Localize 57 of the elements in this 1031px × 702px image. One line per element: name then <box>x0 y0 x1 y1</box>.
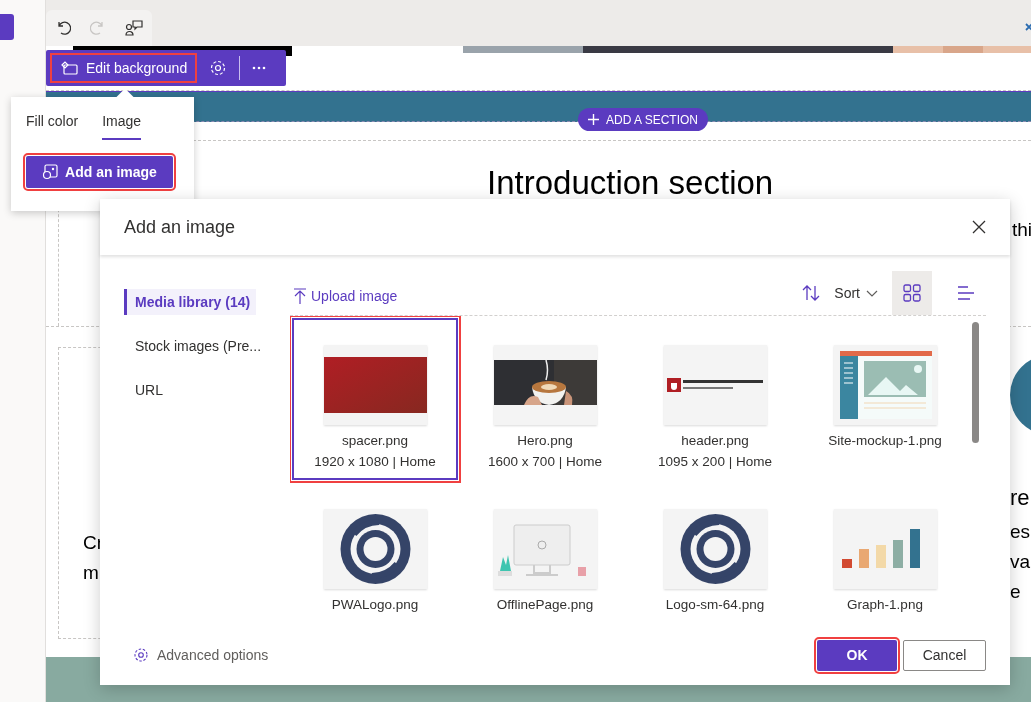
body-text: m <box>83 561 100 585</box>
add-section-button[interactable]: ADD A SECTION <box>578 108 709 131</box>
advanced-options-button[interactable]: Advanced options <box>133 647 269 663</box>
file-details: 1095 x 200 | Home <box>658 454 772 469</box>
body-text: e <box>1010 580 1022 604</box>
ok-button[interactable]: OK <box>817 639 897 671</box>
file-name: Site-mockup-1.png <box>828 433 942 448</box>
plus-icon <box>588 114 599 125</box>
settings-icon <box>133 647 149 663</box>
popover-tab[interactable]: Fill color <box>26 109 79 140</box>
file-name: header.png <box>681 433 749 448</box>
undo-icon[interactable] <box>55 20 72 36</box>
file-details: 1600 x 700 | Home <box>488 454 602 469</box>
file-details: 1920 x 1080 | Home <box>314 454 436 469</box>
column-heading: re <box>1010 485 1031 511</box>
file-name: PWALogo.png <box>331 597 419 612</box>
dialog-title: Add an image <box>124 216 236 238</box>
file-name: OfflinePage.png <box>496 597 594 612</box>
image-tile[interactable]: Graph-1.png <box>802 482 968 625</box>
upload-icon <box>294 288 306 304</box>
add-image-button[interactable]: Add an image <box>26 156 173 188</box>
image-tile[interactable]: Hero.png 1600 x 700 | Home <box>462 318 628 480</box>
file-name: Hero.png <box>517 433 573 448</box>
image-tile[interactable]: PWALogo.png <box>292 482 458 625</box>
file-name: spacer.png <box>341 433 409 448</box>
image-tile[interactable]: spacer.png 1920 x 1080 | Home <box>292 318 458 480</box>
paint-image-icon <box>60 60 78 76</box>
file-name: Logo-sm-64.png <box>665 597 765 612</box>
nav-item[interactable]: URL <box>124 377 169 403</box>
settings-icon[interactable] <box>209 59 228 77</box>
more-icon[interactable] <box>252 66 267 70</box>
image-icon <box>42 164 59 180</box>
nav-item[interactable]: Stock images (Pre... <box>124 333 268 359</box>
edit-background-button[interactable]: Edit background <box>52 55 196 81</box>
image-tile[interactable]: Site-mockup-1.png <box>802 318 968 480</box>
sort-icon[interactable] <box>802 285 821 301</box>
image-tile[interactable]: OfflinePage.png <box>462 482 628 625</box>
file-name: Graph-1.png <box>847 597 923 612</box>
section-heading: Introduction section <box>487 165 775 202</box>
body-text: thi <box>1012 219 1031 242</box>
body-text: va <box>1010 550 1031 574</box>
nav-item[interactable]: Media library (14) <box>124 289 257 315</box>
chevron-down-icon <box>866 289 878 297</box>
body-text: es <box>1010 520 1031 544</box>
image-tile[interactable]: Logo-sm-64.png <box>632 482 798 625</box>
close-icon[interactable] <box>972 220 986 234</box>
people-icon[interactable] <box>124 20 143 36</box>
scrollbar[interactable] <box>972 322 979 443</box>
popover-tab[interactable]: Image <box>102 109 142 140</box>
grid-icon <box>903 284 921 302</box>
grid-view-button[interactable] <box>892 271 932 315</box>
list-icon <box>957 285 975 301</box>
cancel-button[interactable]: Cancel <box>903 639 986 671</box>
sort-dropdown[interactable]: Sort <box>834 285 878 301</box>
body-text: Cr <box>83 531 105 555</box>
upload-image-link[interactable]: Upload image <box>294 277 398 315</box>
image-tile[interactable]: header.png 1095 x 200 | Home <box>632 318 798 480</box>
